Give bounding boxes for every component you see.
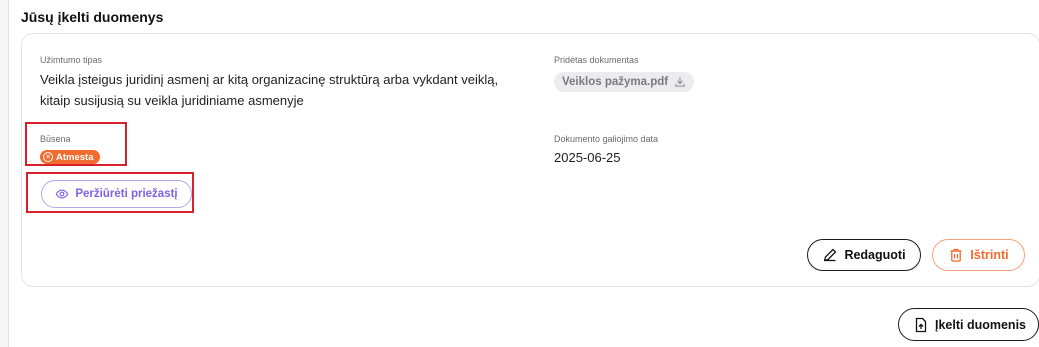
download-icon — [675, 76, 685, 87]
attached-document-chip[interactable]: Veiklos pažyma.pdf — [554, 72, 695, 92]
edit-label: Redaguoti — [844, 248, 906, 262]
document-validity-value: 2025-06-25 — [554, 150, 621, 165]
delete-button[interactable]: Ištrinti — [932, 239, 1025, 271]
page-container: Jūsų įkelti duomenys Užimtumo tipas Veik… — [8, 0, 1039, 347]
pencil-icon — [824, 248, 837, 262]
attached-document-label: Pridėtas dokumentas — [554, 55, 639, 65]
document-validity-label: Dokumento galiojimo data — [554, 134, 659, 144]
employment-type-value-line2: kitaip susijusią su veikla juridiniame a… — [40, 93, 304, 108]
uploaded-data-card: Užimtumo tipas Veikla įsteigus juridinį … — [21, 33, 1039, 287]
status-highlight-box — [25, 122, 127, 166]
delete-label: Ištrinti — [970, 248, 1009, 262]
upload-label: Įkelti duomenis — [935, 317, 1026, 332]
upload-data-button[interactable]: Įkelti duomenis — [898, 308, 1039, 341]
trash-icon — [950, 248, 962, 262]
attached-document-name: Veiklos pažyma.pdf — [562, 76, 669, 88]
employment-type-label: Užimtumo tipas — [40, 55, 103, 65]
view-reason-highlight-box — [26, 172, 194, 213]
file-upload-icon — [915, 317, 927, 332]
section-title: Jūsų įkelti duomenys — [21, 9, 164, 25]
employment-type-value-line1: Veikla įsteigus juridinį asmenį ar kitą … — [40, 72, 499, 87]
edit-button[interactable]: Redaguoti — [807, 239, 921, 271]
